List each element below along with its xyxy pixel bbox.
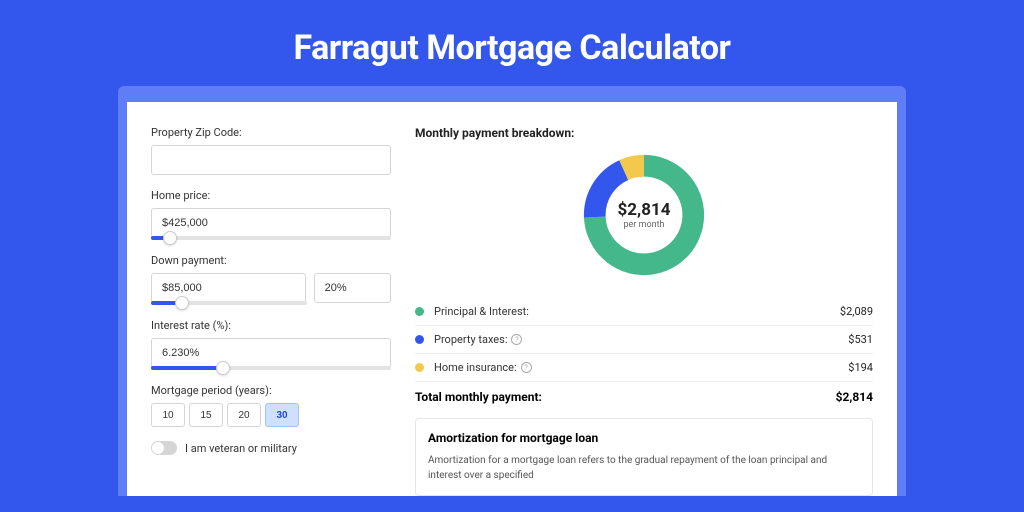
legend: Principal & Interest:$2,089Property taxe… [415, 298, 873, 382]
period-btn-15[interactable]: 15 [189, 403, 223, 427]
interest-label: Interest rate (%): [151, 319, 391, 332]
home-price-input[interactable] [151, 208, 391, 238]
legend-row: Principal & Interest:$2,089 [415, 298, 873, 326]
legend-row: Home insurance:?$194 [415, 354, 873, 382]
donut-chart: $2,814 per month [579, 150, 709, 280]
legend-label: Home insurance:? [434, 361, 848, 374]
donut-amount: $2,814 [618, 200, 671, 220]
veteran-row: I am veteran or military [151, 441, 391, 455]
period-btn-10[interactable]: 10 [151, 403, 185, 427]
interest-input[interactable] [151, 338, 391, 368]
interest-group: Interest rate (%): [151, 319, 391, 370]
legend-dot [415, 307, 424, 316]
period-btn-30[interactable]: 30 [265, 403, 299, 427]
breakdown-column: Monthly payment breakdown: $2,814 per mo… [415, 126, 873, 496]
veteran-label: I am veteran or military [185, 442, 297, 455]
down-payment-slider[interactable] [151, 301, 307, 305]
down-payment-label: Down payment: [151, 254, 391, 267]
total-label: Total monthly payment: [415, 390, 542, 404]
legend-value: $194 [848, 361, 873, 374]
donut-center: $2,814 per month [579, 150, 709, 280]
amortization-text: Amortization for a mortgage loan refers … [428, 453, 860, 483]
down-payment-input[interactable] [151, 273, 306, 303]
legend-value: $2,089 [840, 305, 873, 318]
legend-value: $531 [848, 333, 873, 346]
card-backdrop: Property Zip Code: Home price: Down paym… [118, 86, 906, 496]
home-price-group: Home price: [151, 189, 391, 240]
period-label: Mortgage period (years): [151, 384, 391, 397]
down-payment-group: Down payment: [151, 254, 391, 305]
legend-dot [415, 363, 424, 372]
form-column: Property Zip Code: Home price: Down paym… [151, 126, 391, 496]
slider-thumb[interactable] [216, 361, 230, 375]
legend-label: Principal & Interest: [434, 305, 840, 318]
period-group: Mortgage period (years): 10152030 [151, 384, 391, 427]
legend-dot [415, 335, 424, 344]
breakdown-title: Monthly payment breakdown: [415, 126, 873, 140]
info-icon[interactable]: ? [511, 334, 522, 345]
home-price-slider[interactable] [151, 236, 391, 240]
amortization-title: Amortization for mortgage loan [428, 431, 860, 445]
legend-label: Property taxes:? [434, 333, 848, 346]
zip-field-group: Property Zip Code: [151, 126, 391, 175]
slider-thumb[interactable] [175, 296, 189, 310]
calculator-card: Property Zip Code: Home price: Down paym… [127, 102, 897, 496]
info-icon[interactable]: ? [521, 362, 532, 373]
home-price-label: Home price: [151, 189, 391, 202]
page-title: Farragut Mortgage Calculator [0, 0, 1024, 86]
period-buttons: 10152030 [151, 403, 391, 427]
amortization-box: Amortization for mortgage loan Amortizat… [415, 418, 873, 496]
zip-label: Property Zip Code: [151, 126, 391, 139]
period-btn-20[interactable]: 20 [227, 403, 261, 427]
donut-sub: per month [623, 220, 664, 230]
slider-fill [151, 366, 223, 370]
donut-wrap: $2,814 per month [415, 150, 873, 280]
zip-input[interactable] [151, 145, 391, 175]
total-value: $2,814 [836, 390, 873, 404]
slider-thumb[interactable] [163, 231, 177, 245]
legend-row: Property taxes:?$531 [415, 326, 873, 354]
interest-slider[interactable] [151, 366, 391, 370]
down-payment-percent-input[interactable] [314, 273, 391, 303]
total-row: Total monthly payment: $2,814 [415, 382, 873, 418]
veteran-toggle[interactable] [151, 441, 177, 455]
